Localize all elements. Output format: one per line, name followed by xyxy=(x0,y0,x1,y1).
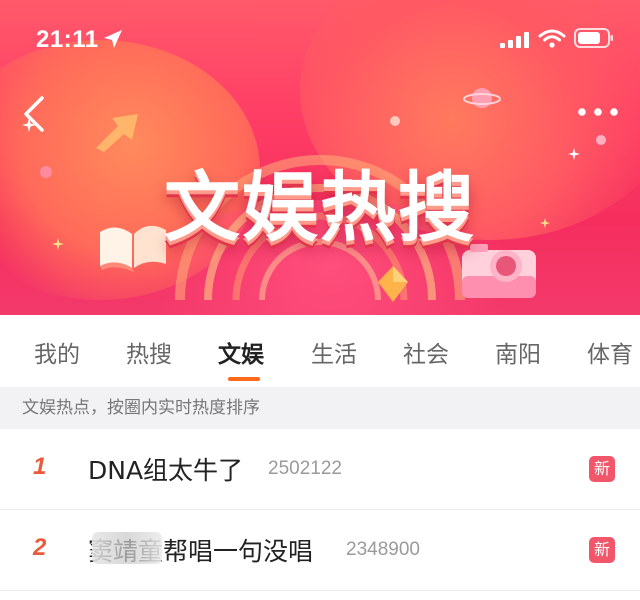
rank-number: 2 xyxy=(33,534,47,561)
tab-entertainment[interactable]: 文娱 xyxy=(218,335,264,369)
tab-nanyang[interactable]: 南阳 xyxy=(495,335,541,369)
list-item[interactable]: 1 DNA组太牛了 2502122 新 xyxy=(0,429,640,510)
more-dots-icon[interactable] xyxy=(574,100,622,124)
location-arrow-icon xyxy=(104,30,122,48)
status-time: 21:11 xyxy=(36,26,99,53)
dot-decoration xyxy=(390,116,400,126)
tab-mine[interactable]: 我的 xyxy=(34,335,80,369)
tab-hot-search[interactable]: 热搜 xyxy=(126,335,172,369)
hot-search-list: 1 DNA组太牛了 2502122 新 2 窦靖童帮唱一句没唱 2348900 … xyxy=(0,429,640,591)
rank-number: 1 xyxy=(33,453,47,480)
new-badge: 新 xyxy=(589,537,615,563)
back-chevron-icon[interactable] xyxy=(18,94,54,134)
heat-count: 2348900 xyxy=(346,539,420,560)
tab-sports[interactable]: 体育 xyxy=(587,335,633,369)
status-bar: 21:11 xyxy=(0,0,640,80)
blurred-text-overlay xyxy=(92,532,162,564)
signal-icon xyxy=(500,32,529,48)
heat-count: 2502122 xyxy=(268,458,342,479)
dot-decoration xyxy=(596,135,606,145)
active-tab-indicator xyxy=(228,377,260,381)
tab-life[interactable]: 生活 xyxy=(311,335,357,369)
category-tabs: 我的 热搜 文娱 生活 社会 南阳 体育 xyxy=(0,315,640,387)
list-item[interactable]: 2 窦靖童帮唱一句没唱 2348900 新 xyxy=(0,510,640,591)
tab-society[interactable]: 社会 xyxy=(403,335,449,369)
wifi-icon xyxy=(538,29,566,48)
new-badge: 新 xyxy=(589,456,615,482)
header-banner: 21:11 文娱热搜 xyxy=(0,0,640,315)
page-title: 文娱热搜 xyxy=(164,163,476,252)
planet-icon xyxy=(463,88,501,108)
battery-icon xyxy=(574,28,613,48)
item-title[interactable]: DNA组太牛了 xyxy=(88,451,243,487)
gem-icon xyxy=(378,266,408,302)
list-description: 文娱热点，按圈内实时热度排序 xyxy=(0,387,640,429)
